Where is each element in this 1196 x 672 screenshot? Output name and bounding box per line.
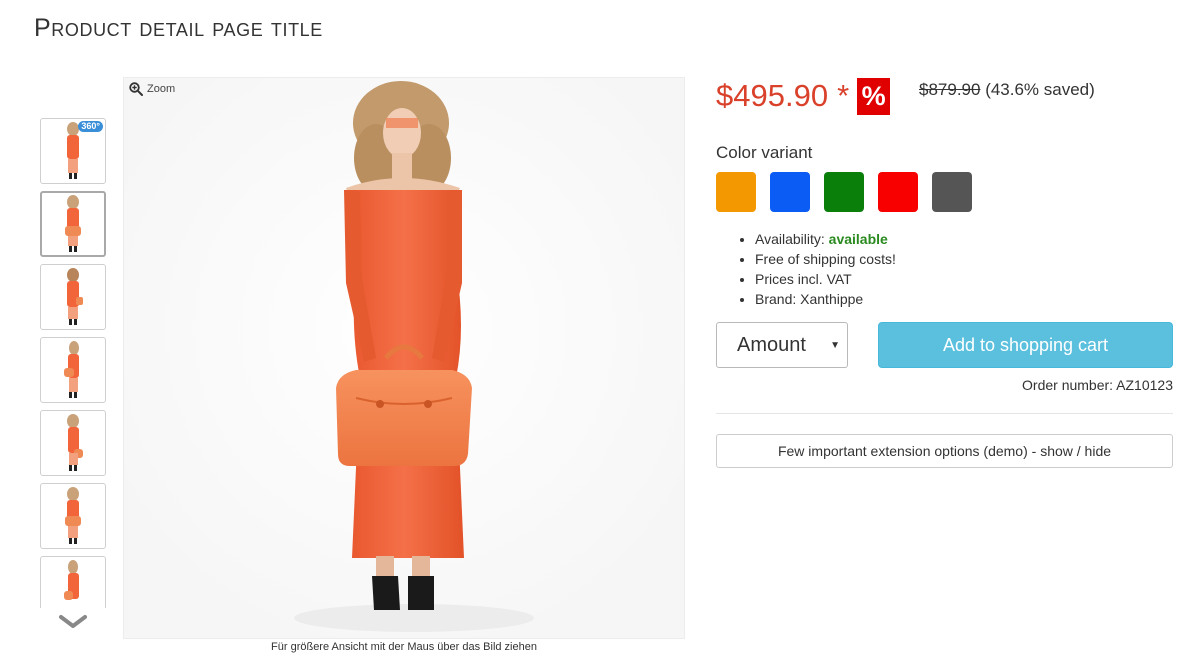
list-item: Free of shipping costs!: [755, 249, 896, 269]
thumbnail-image: [67, 268, 83, 325]
amount-select[interactable]: Amount ▼: [716, 322, 848, 368]
product-photo: [124, 78, 684, 638]
old-price-info: $879.90 (43.6% saved): [919, 80, 1095, 100]
thumbnail-image: [65, 487, 81, 544]
thumbnail-2[interactable]: [40, 191, 106, 257]
swatch-gray[interactable]: [932, 172, 972, 212]
current-price: $495.90: [716, 78, 829, 113]
add-to-cart-button[interactable]: Add to shopping cart: [878, 322, 1173, 368]
thumbnail-1[interactable]: 360°: [40, 118, 106, 184]
thumbnail-image: [64, 560, 79, 600]
list-item: Brand: Xanthippe: [755, 289, 896, 309]
swatch-green[interactable]: [824, 172, 864, 212]
zoom-label: Zoom: [147, 83, 176, 95]
product-main-image[interactable]: Zoom: [123, 77, 685, 639]
swatch-red[interactable]: [878, 172, 918, 212]
thumbnail-4[interactable]: [40, 337, 106, 403]
color-swatches: [716, 172, 972, 212]
sale-badge: %: [857, 78, 891, 115]
thumbnail-image: [64, 341, 79, 398]
thumbnail-7[interactable]: [40, 556, 106, 608]
list-item: Prices incl. VAT: [755, 269, 896, 289]
price-asterisk: *: [837, 78, 850, 113]
thumbnail-5[interactable]: [40, 410, 106, 476]
old-price: $879.90: [919, 80, 981, 99]
thumbnail-image: [65, 195, 81, 252]
swatch-blue[interactable]: [770, 172, 810, 212]
chevron-down-icon[interactable]: [58, 612, 88, 632]
availability-label: Availability:: [755, 231, 825, 247]
amount-label: Amount: [737, 333, 806, 356]
price-row: $495.90 * %: [716, 78, 891, 115]
list-item: Availability: available: [755, 229, 896, 249]
thumbnail-strip: 360°: [40, 118, 106, 608]
thumbnail-6[interactable]: [40, 483, 106, 549]
caret-down-icon: ▼: [830, 340, 840, 351]
saved-percent: (43.6% saved): [985, 80, 1095, 99]
availability-value: available: [828, 231, 888, 247]
divider: [716, 413, 1173, 414]
image-hint: Für größere Ansicht mit der Maus über da…: [271, 641, 537, 653]
extension-options-toggle[interactable]: Few important extension options (demo) -…: [716, 434, 1173, 468]
zoom-in-icon: [129, 82, 143, 96]
order-number: Order number: AZ10123: [1022, 377, 1173, 393]
product-info-list: Availability: available Free of shipping…: [737, 229, 896, 309]
zoom-control[interactable]: Zoom: [129, 82, 175, 96]
badge-360: 360°: [78, 121, 103, 132]
color-variant-label: Color variant: [716, 143, 813, 162]
swatch-orange[interactable]: [716, 172, 756, 212]
page-title: Product detail page title: [34, 14, 323, 42]
thumbnail-image: [67, 414, 83, 471]
thumbnail-3[interactable]: [40, 264, 106, 330]
